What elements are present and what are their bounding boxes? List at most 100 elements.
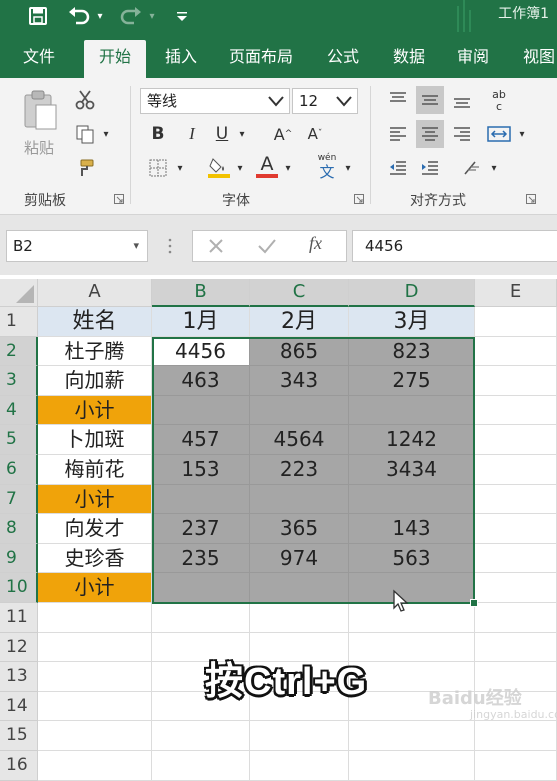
cell-c9[interactable]: 974 [250, 543, 349, 574]
row-header-16[interactable]: 16 [0, 751, 38, 781]
cell-b16[interactable] [152, 751, 250, 781]
underline-dropdown-icon[interactable]: ▾ [236, 124, 248, 144]
cell-a10[interactable]: 小计 [38, 573, 152, 603]
cell-a6[interactable]: 梅前花 [38, 455, 152, 485]
orientation-icon[interactable] [458, 154, 488, 182]
cell-e5[interactable] [475, 425, 557, 455]
cell-d4[interactable] [349, 395, 475, 426]
fill-color-icon[interactable] [206, 154, 232, 180]
row-header-6[interactable]: 6 [0, 455, 38, 485]
italic-button[interactable]: I [180, 122, 204, 146]
row-header-4[interactable]: 4 [0, 395, 38, 426]
cell-a13[interactable] [38, 662, 152, 692]
font-name-combo[interactable]: 等线 [140, 88, 290, 114]
merge-center-icon[interactable] [484, 120, 514, 148]
font-size-combo[interactable]: 12 [292, 88, 358, 114]
row-header-15[interactable]: 15 [0, 721, 38, 751]
cell-d1[interactable]: 3月 [349, 307, 475, 337]
cell-e3[interactable] [475, 366, 557, 396]
row-header-5[interactable]: 5 [0, 425, 38, 455]
cut-icon[interactable] [72, 88, 98, 112]
copy-dropdown-icon[interactable]: ▾ [100, 124, 112, 144]
bold-button[interactable]: B [146, 122, 170, 146]
cell-d5[interactable]: 1242 [349, 425, 475, 455]
decrease-indent-icon[interactable] [384, 154, 412, 182]
cell-e7[interactable] [475, 484, 557, 515]
cell-a11[interactable] [38, 603, 152, 633]
row-header-1[interactable]: 1 [0, 307, 38, 337]
cell-e1[interactable] [475, 307, 557, 337]
cell-c6[interactable]: 223 [250, 455, 349, 485]
enter-icon[interactable] [257, 237, 277, 255]
align-left-icon[interactable] [384, 120, 412, 148]
align-right-icon[interactable] [448, 120, 476, 148]
cancel-icon[interactable] [207, 237, 225, 255]
cell-e8[interactable] [475, 514, 557, 544]
cell-d9[interactable]: 563 [349, 543, 475, 574]
clipboard-launcher-icon[interactable] [114, 194, 124, 204]
column-header-a[interactable]: A [38, 279, 152, 307]
cell-a3[interactable]: 向加薪 [38, 366, 152, 396]
cell-a1[interactable]: 姓名 [38, 307, 152, 337]
cell-c16[interactable] [250, 751, 349, 781]
increase-indent-icon[interactable] [416, 154, 444, 182]
fill-handle[interactable] [470, 599, 478, 607]
row-header-14[interactable]: 14 [0, 691, 38, 722]
cell-d7[interactable] [349, 484, 475, 515]
merge-dropdown-icon[interactable]: ▾ [516, 124, 528, 144]
copy-icon[interactable] [72, 122, 98, 146]
cell-b3[interactable]: 463 [152, 366, 250, 396]
cell-b15[interactable] [152, 721, 250, 751]
cell-b11[interactable] [152, 603, 250, 633]
paste-button-label[interactable]: 粘贴 [14, 136, 64, 158]
font-color-button[interactable]: A [254, 152, 280, 180]
name-box[interactable]: B2 ▾ [6, 230, 148, 262]
tab-data[interactable]: 数据 [380, 40, 438, 78]
cell-a15[interactable] [38, 721, 152, 751]
row-header-2[interactable]: 2 [0, 336, 38, 367]
cell-d3[interactable]: 275 [349, 366, 475, 396]
tab-review[interactable]: 审阅 [444, 40, 502, 78]
cell-e4[interactable] [475, 395, 557, 426]
name-box-dropdown-icon[interactable]: ▾ [133, 231, 139, 261]
cell-a5[interactable]: 卜加斑 [38, 425, 152, 455]
row-header-8[interactable]: 8 [0, 514, 38, 544]
cell-b10[interactable] [152, 573, 250, 603]
row-header-9[interactable]: 9 [0, 543, 38, 574]
font-color-dropdown-icon[interactable]: ▾ [282, 158, 294, 178]
cell-e16[interactable] [475, 751, 557, 781]
align-middle-icon[interactable] [416, 86, 444, 114]
format-painter-icon[interactable] [72, 156, 98, 180]
cell-c3[interactable]: 343 [250, 366, 349, 396]
save-icon[interactable] [26, 4, 50, 28]
borders-icon[interactable] [146, 156, 170, 180]
cell-e6[interactable] [475, 455, 557, 485]
cell-d12[interactable] [349, 632, 475, 663]
phonetic-guide-button[interactable]: wén 文 [312, 152, 342, 182]
cell-b8[interactable]: 237 [152, 514, 250, 544]
cell-d16[interactable] [349, 751, 475, 781]
tab-insert[interactable]: 插入 [152, 40, 210, 78]
cell-b2[interactable]: 4456 [152, 336, 250, 367]
cell-d11[interactable] [349, 603, 475, 633]
cell-d2[interactable]: 823 [349, 336, 475, 367]
shrink-font-button[interactable]: Aˇ [302, 122, 328, 146]
cell-b1[interactable]: 1月 [152, 307, 250, 337]
row-header-12[interactable]: 12 [0, 632, 38, 663]
cell-c4[interactable] [250, 395, 349, 426]
cell-b4[interactable] [152, 395, 250, 426]
column-header-e[interactable]: E [475, 279, 557, 307]
formula-input[interactable]: 4456 [352, 230, 557, 262]
row-header-7[interactable]: 7 [0, 484, 38, 515]
chevron-down-icon[interactable] [267, 93, 285, 109]
column-header-b[interactable]: B [152, 279, 250, 307]
cell-c1[interactable]: 2月 [250, 307, 349, 337]
cell-a9[interactable]: 史珍香 [38, 543, 152, 574]
align-center-icon[interactable] [416, 120, 444, 148]
wrap-text-button[interactable]: ab c [484, 86, 514, 116]
borders-dropdown-icon[interactable]: ▾ [174, 158, 186, 178]
tab-home[interactable]: 开始 [84, 40, 146, 78]
row-header-13[interactable]: 13 [0, 662, 38, 692]
cell-d6[interactable]: 3434 [349, 455, 475, 485]
cell-d8[interactable]: 143 [349, 514, 475, 544]
